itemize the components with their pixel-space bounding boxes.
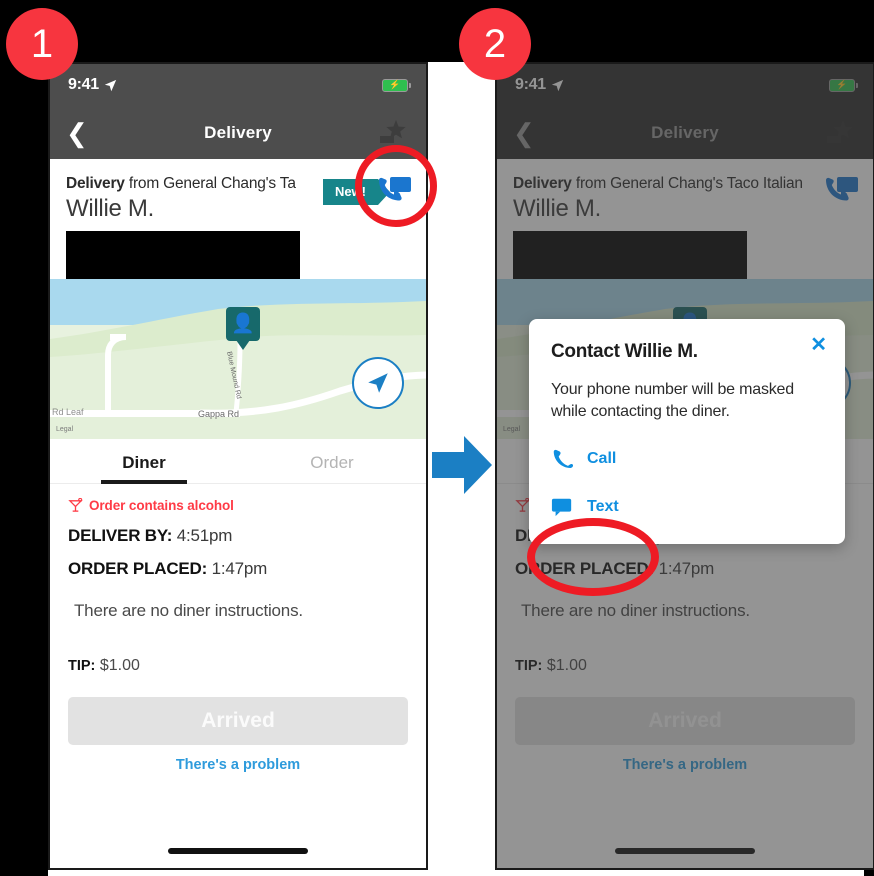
tab-order[interactable]: Order: [238, 439, 426, 483]
battery-charging-icon: ⚡: [829, 78, 858, 92]
tip-value: $1.00: [546, 657, 587, 674]
text-label: Text: [587, 498, 619, 516]
back-button[interactable]: ❮: [513, 120, 535, 146]
phone-screenshot-step-1: 9:41 ⚡ ❮ Delivery Delivery from General …: [48, 62, 428, 870]
status-time-group: 9:41: [68, 76, 117, 94]
diner-details: Order contains alcohol DELIVER BY: 4:51p…: [50, 484, 426, 675]
right-arrow-icon: [432, 436, 492, 494]
modal-body-text: Your phone number will be masked while c…: [551, 381, 794, 420]
new-feature-badge: New!: [322, 179, 391, 205]
delivery-header: Delivery from General Chang's Ta Willie …: [50, 159, 426, 279]
page-title: Delivery: [651, 122, 719, 142]
nav-bar-2: ❮ Delivery: [497, 106, 873, 159]
chat-bubble-icon: [551, 498, 572, 517]
status-bar: 9:41 ⚡: [50, 64, 426, 106]
order-placed-value: 1:47pm: [658, 559, 715, 578]
deliver-by-row: DELIVER BY: 4:51pm: [68, 526, 408, 546]
back-button[interactable]: ❮: [66, 120, 88, 146]
page-title: Delivery: [204, 122, 272, 142]
contact-diner-modal: Contact Willie M. ✕ Your phone number wi…: [529, 319, 845, 545]
arrived-button[interactable]: Arrived: [515, 697, 855, 745]
theres-a-problem-link[interactable]: There's a problem: [50, 757, 426, 773]
delivery-from-line: Delivery from General Chang's Taco Itali…: [513, 175, 857, 193]
cocktail-glass-icon: [68, 498, 83, 512]
deliver-by-label: DELIVER BY:: [68, 526, 173, 545]
status-time: 9:41: [68, 76, 99, 93]
detail-tabs: Diner Order: [50, 439, 426, 484]
app-screen-1: 9:41 ⚡ ❮ Delivery Delivery from General …: [50, 64, 426, 868]
status-time-2: 9:41: [515, 76, 546, 93]
diner-location-pin-icon: 👤: [226, 307, 260, 341]
recenter-location-button[interactable]: [352, 357, 404, 409]
call-label: Call: [587, 450, 617, 468]
order-placed-row: ORDER PLACED: 1:47pm: [68, 559, 408, 579]
battery-charging-icon: ⚡: [382, 78, 411, 92]
delivery-map[interactable]: Gappa Rd Rd Leaf Blue Mound Rd 👤 Legal: [50, 279, 426, 439]
redacted-address-block: [66, 231, 300, 279]
order-placed-row: ORDER PLACED: 1:47pm: [515, 559, 855, 579]
order-placed-label: ORDER PLACED:: [515, 559, 655, 578]
star-rating-icon[interactable]: [372, 116, 410, 150]
redacted-address-block: [513, 231, 747, 279]
status-bar-2: 9:41 ⚡: [497, 64, 873, 106]
deliver-by-value: 4:51pm: [176, 526, 233, 545]
location-arrow-icon: [104, 79, 117, 91]
cocktail-glass-icon: [515, 498, 530, 512]
delivery-header-2: Delivery from General Chang's Taco Itali…: [497, 159, 873, 279]
diner-name: Willie M.: [513, 195, 601, 222]
modal-title: Contact Willie M.: [551, 341, 698, 362]
close-icon[interactable]: ✕: [810, 335, 827, 355]
map-road-label-main: Gappa Rd: [198, 409, 240, 419]
tab-diner[interactable]: Diner: [50, 439, 238, 483]
alcohol-warning: Order contains alcohol: [68, 498, 408, 513]
tip-row: TIP: $1.00: [515, 657, 855, 675]
delivery-label: Delivery: [513, 175, 572, 192]
text-action[interactable]: Text: [551, 496, 823, 518]
nav-bar: ❮ Delivery: [50, 106, 426, 159]
status-time-group-2: 9:41: [515, 76, 564, 94]
tip-label: TIP:: [515, 658, 543, 674]
phone-message-icon[interactable]: [823, 175, 859, 207]
map-legal-label[interactable]: Legal: [503, 426, 520, 433]
phone-screenshot-step-2: 9:41 ⚡ ❮ Delivery Delivery from General …: [495, 62, 874, 870]
map-legal-label[interactable]: Legal: [56, 426, 73, 433]
step-badge-1: 1: [6, 8, 78, 80]
step-badge-2: 2: [459, 8, 531, 80]
location-arrow-icon: [551, 79, 564, 91]
alcohol-warning-text: Order contains alcohol: [89, 498, 234, 513]
tip-value: $1.00: [99, 657, 140, 674]
diner-instructions: There are no diner instructions.: [521, 601, 750, 620]
star-rating-icon[interactable]: [819, 116, 857, 150]
order-placed-label: ORDER PLACED:: [68, 559, 208, 578]
backdrop-band-left: [0, 0, 48, 876]
arrived-button[interactable]: Arrived: [68, 697, 408, 745]
home-indicator: [615, 848, 755, 854]
restaurant-name: from General Chang's Taco Italian: [571, 175, 803, 192]
theres-a-problem-link[interactable]: There's a problem: [497, 757, 873, 773]
tip-row: TIP: $1.00: [68, 657, 408, 675]
map-road-label-left: Rd Leaf: [52, 407, 84, 417]
app-screen-2: 9:41 ⚡ ❮ Delivery Delivery from General …: [497, 64, 873, 868]
tip-label: TIP:: [68, 658, 96, 674]
navigation-arrow-icon: [368, 373, 388, 393]
home-indicator: [168, 848, 308, 854]
restaurant-name: from General Chang's Ta: [124, 175, 296, 192]
phone-message-icon[interactable]: [376, 175, 412, 207]
call-action[interactable]: Call: [551, 448, 823, 470]
delivery-label: Delivery: [66, 175, 125, 192]
diner-instructions: There are no diner instructions.: [74, 601, 303, 620]
phone-icon: [553, 450, 573, 469]
order-placed-value: 1:47pm: [211, 559, 268, 578]
